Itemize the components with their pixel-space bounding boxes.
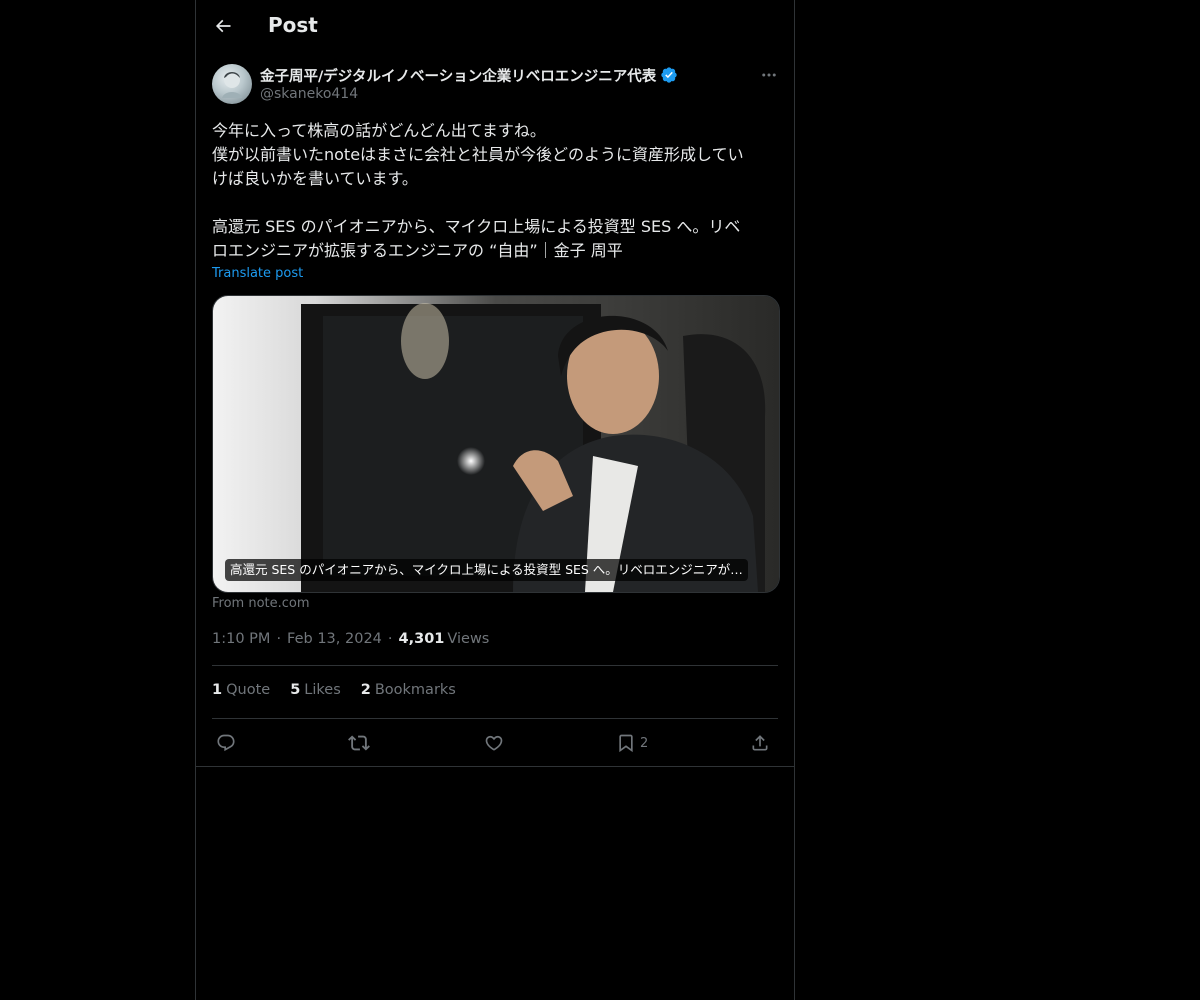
- likes-stat[interactable]: 5 Likes: [290, 682, 341, 702]
- author-handle[interactable]: @skaneko414: [260, 86, 358, 102]
- heart-icon: [485, 735, 503, 751]
- avatar[interactable]: [212, 64, 252, 104]
- views-count: 4,301: [398, 631, 445, 647]
- author-display-name[interactable]: 金子周平/デジタルイノベーション企業リベロエンジニア代表: [260, 65, 656, 86]
- link-card-caption: 高還元 SES のパイオニアから、マイクロ上場による投資型 SES へ。リベロエ…: [225, 559, 748, 581]
- arrow-left-icon: [215, 19, 231, 33]
- quotes-stat[interactable]: 1 Quote: [212, 682, 270, 702]
- share-icon: [752, 735, 768, 751]
- share-button[interactable]: [750, 729, 770, 757]
- post-meta: 1:10 PM · Feb 13, 2024 · 4,301 Views: [212, 629, 489, 649]
- action-bar: 2: [212, 729, 778, 757]
- back-button[interactable]: [208, 11, 238, 41]
- reply-button[interactable]: [216, 729, 236, 757]
- bookmark-count: 2: [640, 735, 649, 751]
- translate-post-link[interactable]: Translate post: [212, 266, 303, 281]
- like-button[interactable]: [484, 729, 504, 757]
- bookmark-icon: [619, 734, 633, 753]
- repost-icon: [348, 735, 370, 751]
- repost-button[interactable]: [348, 729, 370, 757]
- divider: [212, 718, 778, 719]
- meta-separator: ·: [387, 631, 393, 647]
- reply-icon: [217, 734, 235, 752]
- more-horizontal-icon: [762, 73, 776, 77]
- avatar-image: [222, 72, 242, 98]
- more-options-button[interactable]: [756, 64, 782, 86]
- link-card-image: [213, 296, 779, 592]
- post-date[interactable]: Feb 13, 2024: [287, 631, 382, 647]
- divider: [196, 766, 794, 767]
- post-time[interactable]: 1:10 PM: [212, 631, 270, 647]
- post-header: Post: [196, 0, 794, 54]
- author-name-row: 金子周平/デジタルイノベーション企業リベロエンジニア代表: [260, 65, 678, 85]
- divider: [212, 665, 778, 666]
- link-card-source[interactable]: From note.com: [212, 596, 310, 611]
- bookmark-button[interactable]: 2: [616, 729, 648, 757]
- bookmarks-stat[interactable]: 2 Bookmarks: [361, 682, 456, 702]
- post-text: 今年に入って株高の話がどんどん出てますね。 僕が以前書いたnoteはまさに会社と…: [212, 121, 744, 260]
- engagement-stats: 1 Quote 5 Likes 2 Bookmarks: [212, 682, 456, 702]
- post-column: Post 金子周平/デジタルイノベーション企業リベロエンジニア代表 @skane…: [195, 0, 795, 1000]
- page-title: Post: [268, 13, 318, 37]
- views-label: Views: [447, 631, 490, 647]
- meta-separator: ·: [276, 631, 282, 647]
- verified-badge-icon: [661, 67, 677, 83]
- link-card[interactable]: 高還元 SES のパイオニアから、マイクロ上場による投資型 SES へ。リベロエ…: [212, 295, 780, 593]
